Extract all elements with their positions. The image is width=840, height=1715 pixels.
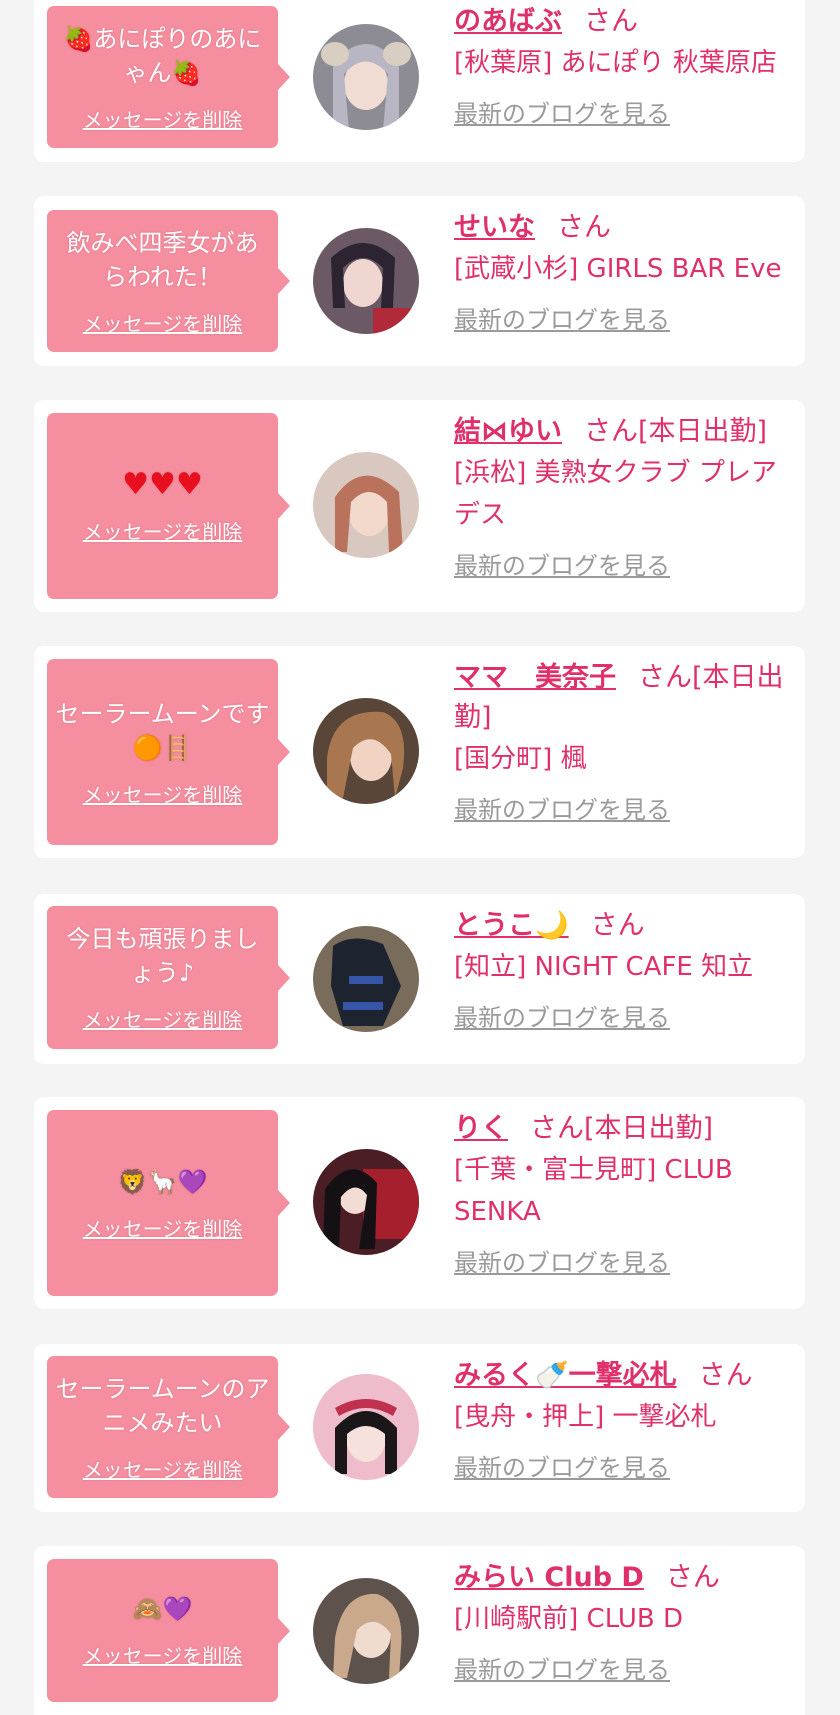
shop-name: [曳舟・押上] 一撃必札 bbox=[454, 1402, 717, 1432]
cast-info: みらい Club D さん [川崎駅前] CLUB D 最新のブログを見る bbox=[454, 1556, 794, 1685]
cast-name-link[interactable]: のあばぶ bbox=[454, 6, 562, 37]
avatar[interactable] bbox=[313, 228, 419, 334]
cast-info: せいな さん [武蔵小杉] GIRLS BAR Eve 最新のブログを見る bbox=[454, 206, 794, 335]
cast-suffix: さん bbox=[557, 212, 611, 243]
cast-info: 結⋈ゆい さん[本日出勤] [浜松] 美熟女クラブ プレアデス 最新のブログを見る bbox=[454, 410, 794, 581]
avatar[interactable] bbox=[313, 926, 419, 1032]
shop-name: [国分町] 楓 bbox=[454, 744, 587, 774]
message-card: 🍓あにぽりのあにゃん🍓 メッセージを削除 のあばぶ さん [秋葉原] あにぽり 秋… bbox=[34, 0, 805, 162]
message-card: 🦁🦙💜 メッセージを削除 りく さん[本日出勤] [千葉・富士見町] CLUB S… bbox=[34, 1097, 805, 1309]
message-card: 今日も頑張りましょう♪ メッセージを削除 とうこ🌙 さん [知立] NIGHT C… bbox=[34, 894, 805, 1064]
cast-suffix: さん[本日出勤] bbox=[530, 1113, 714, 1144]
message-card: セーラームーンのアニメみたい メッセージを削除 みるく🍼一撃必札 さん [曳舟・押… bbox=[34, 1344, 805, 1512]
delete-message-link[interactable]: メッセージを削除 bbox=[83, 1640, 243, 1669]
shop-name: [知立] NIGHT CAFE 知立 bbox=[454, 952, 754, 982]
latest-blog-link[interactable]: 最新のブログを見る bbox=[454, 1243, 670, 1278]
delete-message-link[interactable]: メッセージを削除 bbox=[83, 779, 243, 808]
message-text: ♥♥♥ bbox=[122, 466, 203, 502]
avatar[interactable] bbox=[313, 1374, 419, 1480]
message-bubble: ♥♥♥ メッセージを削除 bbox=[47, 413, 290, 599]
avatar[interactable] bbox=[313, 24, 419, 130]
cast-info: のあばぶ さん [秋葉原] あにぽり 秋葉原店 最新のブログを見る bbox=[454, 0, 794, 129]
cast-info: とうこ🌙 さん [知立] NIGHT CAFE 知立 最新のブログを見る bbox=[454, 904, 794, 1033]
cast-name-link[interactable]: せいな bbox=[454, 212, 535, 243]
shop-name: [千葉・富士見町] CLUB SENKA bbox=[454, 1155, 733, 1227]
message-card: ♥♥♥ メッセージを削除 結⋈ゆい さん[本日出勤] [浜松] 美熟女クラブ プレ… bbox=[34, 400, 805, 612]
message-bubble: 🙈💜 メッセージを削除 bbox=[47, 1559, 290, 1702]
latest-blog-link[interactable]: 最新のブログを見る bbox=[454, 1448, 670, 1483]
message-text: 今日も頑張りましょう♪ bbox=[66, 925, 259, 987]
message-bubble: セーラームーンのアニメみたい メッセージを削除 bbox=[47, 1356, 290, 1498]
cast-name-link[interactable]: みらい Club D bbox=[454, 1562, 644, 1593]
delete-message-link[interactable]: メッセージを削除 bbox=[83, 1454, 243, 1483]
avatar[interactable] bbox=[313, 698, 419, 804]
message-text: 飲みべ四季女があらわれた！ bbox=[66, 228, 259, 291]
latest-blog-link[interactable]: 最新のブログを見る bbox=[454, 546, 670, 581]
cast-suffix: さん bbox=[665, 1562, 720, 1593]
message-text: 🍓あにぽりのあにゃん🍓 bbox=[63, 24, 262, 87]
delete-message-link[interactable]: メッセージを削除 bbox=[83, 308, 243, 337]
message-card: 🙈💜 メッセージを削除 みらい Club D さん [川崎駅前] CLUB D 最… bbox=[34, 1546, 805, 1715]
latest-blog-link[interactable]: 最新のブログを見る bbox=[454, 1650, 670, 1685]
latest-blog-link[interactable]: 最新のブログを見る bbox=[454, 790, 670, 825]
message-text: セーラームーンです🟠🪜 bbox=[55, 699, 270, 762]
shop-name: [武蔵小杉] GIRLS BAR Eve bbox=[454, 254, 782, 284]
cast-suffix: さん bbox=[590, 910, 645, 941]
avatar[interactable] bbox=[313, 1149, 419, 1255]
message-bubble: 今日も頑張りましょう♪ メッセージを削除 bbox=[47, 906, 290, 1049]
avatar[interactable] bbox=[313, 452, 419, 558]
message-bubble: 飲みべ四季女があらわれた！ メッセージを削除 bbox=[47, 210, 290, 352]
delete-message-link[interactable]: メッセージを削除 bbox=[83, 516, 243, 545]
delete-message-link[interactable]: メッセージを削除 bbox=[83, 104, 243, 133]
shop-name: [浜松] 美熟女クラブ プレアデス bbox=[454, 458, 777, 530]
message-text: 🙈💜 bbox=[132, 1595, 193, 1623]
message-text: 🦁🦙💜 bbox=[117, 1167, 208, 1196]
favorite-message-list: 🍓あにぽりのあにゃん🍓 メッセージを削除 のあばぶ さん [秋葉原] あにぽり 秋… bbox=[0, 0, 840, 1715]
shop-name: [川崎駅前] CLUB D bbox=[454, 1604, 684, 1634]
latest-blog-link[interactable]: 最新のブログを見る bbox=[454, 300, 670, 335]
message-bubble: 🍓あにぽりのあにゃん🍓 メッセージを削除 bbox=[47, 6, 290, 148]
cast-name-link[interactable]: 結⋈ゆい bbox=[454, 416, 562, 447]
message-bubble: セーラームーンです🟠🪜 メッセージを削除 bbox=[47, 659, 290, 845]
message-card: 飲みべ四季女があらわれた！ メッセージを削除 せいな さん [武蔵小杉] GIRL… bbox=[34, 196, 805, 366]
delete-message-link[interactable]: メッセージを削除 bbox=[83, 1004, 243, 1033]
cast-suffix: さん[本日出勤] bbox=[584, 416, 768, 447]
message-text: セーラームーンのアニメみたい bbox=[55, 1374, 270, 1437]
cast-name-link[interactable]: みるく🍼一撃必札 bbox=[454, 1360, 677, 1391]
cast-suffix: さん bbox=[698, 1360, 753, 1391]
shop-name: [秋葉原] あにぽり 秋葉原店 bbox=[454, 48, 777, 78]
cast-name-link[interactable]: とうこ🌙 bbox=[454, 910, 569, 941]
latest-blog-link[interactable]: 最新のブログを見る bbox=[454, 998, 670, 1033]
latest-blog-link[interactable]: 最新のブログを見る bbox=[454, 94, 670, 129]
cast-name-link[interactable]: ママ 美奈子 bbox=[454, 662, 616, 693]
cast-suffix: さん bbox=[584, 6, 638, 37]
cast-info: みるく🍼一撃必札 さん [曳舟・押上] 一撃必札 最新のブログを見る bbox=[454, 1354, 794, 1483]
cast-name-link[interactable]: りく bbox=[454, 1113, 508, 1144]
cast-info: ママ 美奈子 さん[本日出勤] [国分町] 楓 最新のブログを見る bbox=[454, 656, 794, 825]
delete-message-link[interactable]: メッセージを削除 bbox=[83, 1213, 243, 1242]
message-card: セーラームーンです🟠🪜 メッセージを削除 ママ 美奈子 さん[本日出勤] [国分町… bbox=[34, 646, 805, 858]
cast-info: りく さん[本日出勤] [千葉・富士見町] CLUB SENKA 最新のブログを見… bbox=[454, 1107, 794, 1278]
avatar[interactable] bbox=[313, 1578, 419, 1684]
message-bubble: 🦁🦙💜 メッセージを削除 bbox=[47, 1110, 290, 1296]
